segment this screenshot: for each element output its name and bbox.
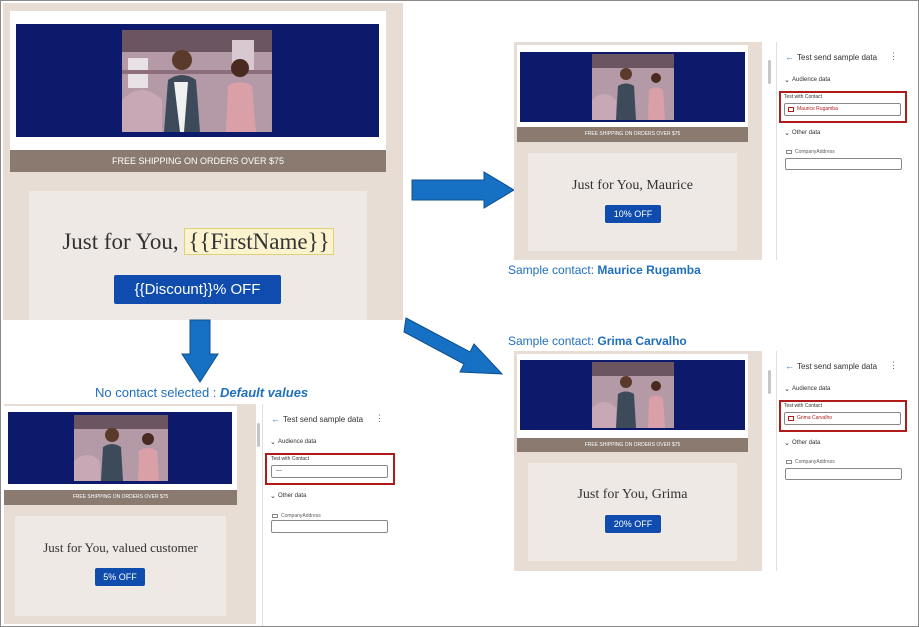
grima-hero-image — [520, 360, 745, 430]
more-options-icon[interactable]: ⋮ — [375, 413, 384, 424]
address-icon — [786, 460, 792, 464]
maurice-headline: Just for You, Maurice — [572, 178, 693, 193]
contact-icon — [788, 416, 794, 421]
main-hero-image — [16, 24, 379, 137]
grima-sample-data-panel: ← Test send sample data ⋮ ⌄ Audience dat… — [776, 351, 911, 571]
main-offer-button[interactable]: {{Discount}}% OFF — [114, 275, 281, 304]
default-contact-value: --- — [276, 468, 282, 474]
default-headline: Just for You, valued customer — [43, 540, 198, 555]
contact-icon — [788, 107, 794, 112]
more-options-icon[interactable]: ⋮ — [889, 51, 898, 62]
grima-offer-button[interactable]: 20% OFF — [605, 515, 661, 533]
main-headline-prefix: Just for You, — [62, 229, 185, 254]
company-address-field[interactable] — [785, 468, 902, 480]
company-address-field[interactable] — [785, 158, 902, 170]
maurice-contact-field[interactable]: Maurice Rugamba — [784, 103, 901, 116]
audience-chevron-icon[interactable]: ⌄ — [784, 76, 790, 84]
grima-contact-field[interactable]: Grima Carvalho — [784, 412, 901, 425]
audience-section-label: Audience data — [278, 439, 317, 445]
more-options-icon[interactable]: ⋮ — [889, 360, 898, 371]
grima-caption: Sample contact: Grima Carvalho — [508, 334, 687, 348]
other-chevron-icon[interactable]: ⌄ — [784, 129, 790, 137]
company-address-field[interactable] — [271, 520, 388, 533]
panel-title: Test send sample data — [797, 53, 878, 62]
other-chevron-icon[interactable]: ⌄ — [784, 439, 790, 447]
maurice-content-card — [528, 153, 737, 251]
first-name-token: {{FirstName}} — [184, 228, 334, 255]
other-section-label: Other data — [792, 130, 821, 136]
company-address-label: CompanyAddress — [281, 513, 321, 519]
grima-scrollbar[interactable] — [768, 370, 771, 394]
default-caption-name: Default values — [220, 385, 309, 400]
maurice-caption: Sample contact: Maurice Rugamba — [508, 263, 701, 277]
default-hero-image — [8, 412, 232, 484]
default-caption-prefix: No contact selected : — [95, 385, 221, 400]
grima-shipping-banner: FREE SHIPPING ON ORDERS OVER $75 — [517, 438, 748, 452]
default-caption: No contact selected : Default values — [95, 385, 308, 400]
test-with-contact-label: Test with Contact — [784, 94, 823, 100]
back-arrow-icon[interactable]: ← — [271, 414, 280, 424]
panel-title: Test send sample data — [283, 415, 364, 424]
address-icon — [272, 514, 278, 518]
default-content-card — [15, 516, 226, 616]
company-address-label: CompanyAddress — [795, 149, 835, 155]
grima-caption-name: Grima Carvalho — [597, 334, 687, 348]
maurice-scrollbar[interactable] — [768, 60, 771, 84]
test-with-contact-label: Test with Contact — [271, 456, 310, 462]
grima-caption-prefix: Sample contact: — [508, 334, 598, 348]
maurice-caption-prefix: Sample contact: — [508, 263, 598, 277]
address-icon — [786, 150, 792, 154]
back-arrow-icon[interactable]: ← — [785, 361, 794, 371]
back-arrow-icon[interactable]: ← — [785, 52, 794, 62]
grima-contact-value: Grima Carvalho — [797, 415, 833, 421]
maurice-shipping-banner: FREE SHIPPING ON ORDERS OVER $75 — [517, 127, 748, 142]
main-shipping-banner: FREE SHIPPING ON ORDERS OVER $75 — [10, 150, 386, 172]
other-chevron-icon[interactable]: ⌄ — [270, 492, 276, 500]
audience-chevron-icon[interactable]: ⌄ — [784, 385, 790, 393]
maurice-offer-button[interactable]: 10% OFF — [605, 205, 661, 223]
grima-content-card — [528, 463, 737, 561]
maurice-contact-value: Maurice Rugamba — [797, 106, 838, 112]
default-photo — [74, 415, 168, 481]
main-photo — [122, 30, 272, 132]
audience-chevron-icon[interactable]: ⌄ — [270, 438, 276, 446]
audience-section-label: Audience data — [792, 77, 831, 83]
default-sample-data-panel: ← Test send sample data ⋮ ⌄ Audience dat… — [262, 404, 397, 626]
default-scrollbar[interactable] — [257, 423, 260, 447]
maurice-sample-data-panel: ← Test send sample data ⋮ ⌄ Audience dat… — [776, 42, 911, 260]
default-shipping-banner: FREE SHIPPING ON ORDERS OVER $75 — [4, 490, 237, 505]
panel-title: Test send sample data — [797, 362, 878, 371]
other-section-label: Other data — [792, 440, 821, 446]
grima-photo — [592, 362, 674, 428]
test-with-contact-label: Test with Contact — [784, 403, 823, 409]
other-section-label: Other data — [278, 493, 307, 499]
arrow-right-icon — [411, 171, 515, 209]
maurice-hero-image — [520, 52, 745, 122]
grima-headline: Just for You, Grima — [577, 487, 688, 502]
audience-section-label: Audience data — [792, 386, 831, 392]
maurice-caption-name: Maurice Rugamba — [597, 263, 701, 277]
default-contact-field[interactable]: --- — [271, 465, 388, 478]
arrow-down-icon — [181, 319, 219, 383]
company-address-label: CompanyAddress — [795, 459, 835, 465]
default-offer-button[interactable]: 5% OFF — [95, 568, 145, 586]
maurice-photo — [592, 54, 674, 120]
arrow-down-right-icon — [403, 317, 504, 375]
main-headline: Just for You, {{FirstName}} — [29, 226, 367, 258]
